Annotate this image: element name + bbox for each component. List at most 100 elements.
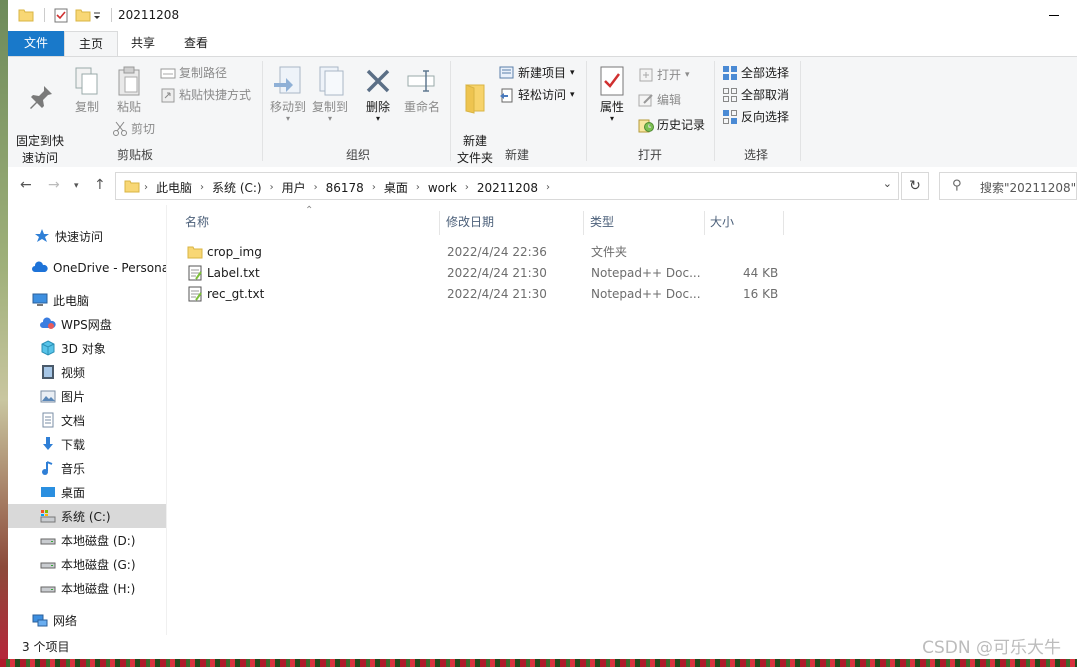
picture-icon <box>40 388 56 404</box>
properties-check-icon[interactable] <box>53 7 69 23</box>
file-size: 44 KB <box>743 266 779 280</box>
breadcrumb-item[interactable]: 20211208 <box>471 181 544 195</box>
refresh-icon[interactable]: ↻ <box>901 172 929 200</box>
copy-button[interactable]: 复制 <box>68 65 106 116</box>
new-folder-button[interactable]: 新建 文件夹 <box>454 65 496 167</box>
breadcrumb-item[interactable]: 86178 <box>320 181 370 195</box>
copy-to-button[interactable]: 复制到 ▾ <box>310 65 350 123</box>
column-divider[interactable] <box>439 211 440 235</box>
move-to-button[interactable]: 移动到 ▾ <box>268 65 308 123</box>
search-input[interactable]: ⚲ 搜索"20211208" <box>939 172 1077 200</box>
column-header-name[interactable]: 名称 <box>185 211 209 233</box>
pin-icon <box>24 82 56 114</box>
column-header-type[interactable]: 类型 <box>590 211 614 233</box>
computer-icon <box>32 292 48 308</box>
nav-item-this-pc[interactable]: 此电脑 <box>8 288 189 312</box>
customize-dropdown-icon[interactable] <box>91 7 103 23</box>
recent-locations-chevron-icon[interactable]: ▾ <box>74 181 79 191</box>
file-row[interactable]: Label.txt 2022/4/24 21:30 Notepad++ Doc.… <box>185 263 785 284</box>
rename-button[interactable]: 重命名 <box>402 65 442 116</box>
column-header-date[interactable]: 修改日期 <box>446 211 494 233</box>
tab-home[interactable]: 主页 <box>64 31 118 57</box>
copy-path-label: 复制路径 <box>179 66 228 80</box>
copy-label: 复制 <box>74 100 99 114</box>
breadcrumb-chevron-icon[interactable]: › <box>544 182 552 193</box>
tab-share[interactable]: 共享 <box>117 31 169 56</box>
new-folder-icon <box>459 82 491 114</box>
nav-item-quick-access[interactable]: 快速访问 <box>8 224 191 248</box>
open-button[interactable]: 打开 ▾ <box>638 65 690 85</box>
minimize-button[interactable] <box>1031 0 1077 31</box>
history-button[interactable]: 历史记录 <box>638 115 705 135</box>
new-item-button[interactable]: 新建项目 ▾ <box>499 63 575 83</box>
nav-item-label: 下载 <box>61 437 86 452</box>
file-date: 2022/4/24 21:30 <box>447 287 547 301</box>
file-row[interactable]: rec_gt.txt 2022/4/24 21:30 Notepad++ Doc… <box>185 284 785 305</box>
edit-button[interactable]: 编辑 <box>638 90 681 110</box>
select-all-button[interactable]: 全部选择 <box>722 63 789 83</box>
column-header-size[interactable]: 大小 <box>710 211 734 233</box>
nav-item-onedrive[interactable]: OneDrive - Personal <box>8 256 189 280</box>
column-divider[interactable] <box>704 211 705 235</box>
properties-button[interactable]: 属性 ▾ <box>592 65 632 123</box>
breadcrumb-item[interactable]: 此电脑 <box>150 179 198 196</box>
file-name: crop_img <box>207 245 262 259</box>
navigation-pane: 快速访问 OneDrive - Personal 此电脑 WPS网盘 3D 对象… <box>8 205 197 635</box>
select-none-icon <box>722 87 738 103</box>
pin-quick-access-button[interactable]: 固定到快 速访问 <box>12 65 68 167</box>
select-all-label: 全部选择 <box>741 66 790 80</box>
easy-access-button[interactable]: 轻松访问 ▾ <box>499 85 575 105</box>
video-icon <box>40 364 56 380</box>
properties-icon <box>596 65 628 97</box>
invert-selection-label: 反向选择 <box>741 110 790 124</box>
cut-button[interactable]: 剪切 <box>112 119 155 139</box>
delete-label: 删除 <box>365 100 390 114</box>
properties-label: 属性 <box>599 100 624 114</box>
easy-access-label: 轻松访问 <box>518 88 567 102</box>
file-date: 2022/4/24 22:36 <box>447 245 547 259</box>
breadcrumb-chevron-icon[interactable]: › <box>370 182 378 193</box>
back-arrow-icon[interactable]: ← <box>20 177 32 193</box>
open-group-label: 打开 <box>637 148 662 162</box>
breadcrumb-item[interactable]: 用户 <box>276 179 312 196</box>
breadcrumb-chevron-icon[interactable]: › <box>268 182 276 193</box>
breadcrumb-item[interactable]: 桌面 <box>378 179 414 196</box>
breadcrumb-chevron-icon[interactable]: › <box>198 182 206 193</box>
paste-shortcut-label: 粘贴快捷方式 <box>179 88 252 102</box>
cloud-icon <box>32 260 48 276</box>
delete-button[interactable]: 删除 ▾ <box>360 65 396 123</box>
file-type: 文件夹 <box>591 245 628 259</box>
nav-item-label: 此电脑 <box>53 293 90 308</box>
group-divider <box>450 61 451 161</box>
up-arrow-icon[interactable]: ↑ <box>94 177 106 193</box>
nav-item-label: WPS网盘 <box>61 317 112 332</box>
paste-shortcut-button[interactable]: 粘贴快捷方式 <box>160 85 251 105</box>
search-placeholder: 搜索"20211208" <box>980 181 1077 195</box>
breadcrumb-chevron-icon[interactable]: › <box>463 182 471 193</box>
nav-item-label: 音乐 <box>61 461 86 476</box>
address-bar[interactable]: › 此电脑 › 系统 (C:) › 用户 › 86178 › 桌面 › work › 202… <box>115 172 899 200</box>
move-to-icon <box>272 65 304 97</box>
tab-file[interactable]: 文件 <box>8 31 64 56</box>
column-divider[interactable] <box>583 211 584 235</box>
select-group-label: 选择 <box>743 148 768 162</box>
invert-selection-button[interactable]: 反向选择 <box>722 107 789 127</box>
breadcrumb-item[interactable]: work <box>422 181 463 195</box>
breadcrumb-chevron-icon[interactable]: › <box>312 182 320 193</box>
copy-path-button[interactable]: 复制路径 <box>160 63 227 83</box>
forward-arrow-icon[interactable]: → <box>48 177 60 193</box>
file-row[interactable]: crop_img 2022/4/24 22:36 文件夹 <box>185 242 785 263</box>
tab-view[interactable]: 查看 <box>170 31 222 56</box>
breadcrumb-chevron-icon: › <box>144 182 148 193</box>
history-icon <box>638 117 654 133</box>
select-none-button[interactable]: 全部取消 <box>722 85 789 105</box>
breadcrumb-chevron-icon[interactable]: › <box>414 182 422 193</box>
nav-item-network[interactable]: 网络 <box>8 608 189 632</box>
watermark: CSDN @可乐大牛 <box>922 638 1061 658</box>
new-folder-icon[interactable] <box>75 7 91 23</box>
breadcrumb-item[interactable]: 系统 (C:) <box>206 179 268 196</box>
paste-button[interactable]: 粘贴 <box>110 65 148 116</box>
nav-item-label: 桌面 <box>61 485 86 500</box>
address-history-chevron-icon[interactable]: ⌄ <box>883 177 892 190</box>
column-divider[interactable] <box>783 211 784 235</box>
